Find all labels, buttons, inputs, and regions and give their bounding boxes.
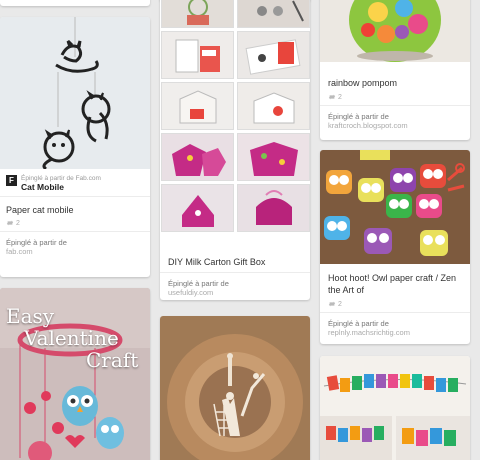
pin-card-toilet-roll[interactable] bbox=[160, 316, 310, 460]
pin-description: Hoot hoot! Owl paper craft / Zen the Art… bbox=[328, 273, 457, 295]
pin-card-valentine[interactable]: Easy Valentine Craft bbox=[0, 288, 150, 460]
pinned-from-label: Épinglé à partir de bbox=[168, 279, 229, 288]
board-title[interactable]: Cat Mobile bbox=[21, 182, 101, 192]
pin-image-cat-mobile[interactable] bbox=[0, 17, 150, 169]
pinned-from-label: Épinglé à partir de bbox=[328, 319, 389, 328]
pin-image-felt-letters[interactable] bbox=[320, 356, 470, 460]
attribution-prefix: Épinglé à partir de bbox=[21, 175, 74, 182]
repin-icon bbox=[6, 220, 14, 226]
pinned-from-label: Épinglé à partir de bbox=[6, 238, 67, 247]
pin-description: Paper cat mobile bbox=[6, 205, 74, 215]
pin-card-felt-letters[interactable] bbox=[320, 356, 470, 460]
repin-count: 2 bbox=[328, 300, 462, 308]
pin-card-pompom[interactable]: rainbow pompom 2 Épinglé à partir de kra… bbox=[320, 0, 470, 140]
overlay-text-line3: Craft bbox=[86, 348, 139, 372]
overlay-text-line1: Easy bbox=[6, 304, 55, 328]
repin-count: 2 bbox=[328, 93, 462, 101]
pinned-from-source[interactable]: kraftcroch.blogspot.com bbox=[328, 121, 462, 130]
collage-cell bbox=[237, 184, 310, 232]
pin-image-toilet-roll-art[interactable] bbox=[160, 316, 310, 460]
collage-cell bbox=[161, 31, 234, 79]
pinned-from-source[interactable]: fab.com bbox=[6, 247, 144, 256]
collage-cell bbox=[161, 82, 234, 130]
pinned-from-source[interactable]: usefuldiy.com bbox=[168, 288, 302, 297]
pin-description: DIY Milk Carton Gift Box bbox=[168, 257, 266, 267]
overlay-text-line2: Valentine bbox=[24, 326, 119, 350]
toilet-roll-silhouette-illustration bbox=[160, 316, 310, 460]
pinned-from-source[interactable]: replnly.machsrichtig.com bbox=[328, 328, 462, 337]
attribution-source[interactable]: Fab.com bbox=[76, 175, 101, 182]
fab-logo-icon: F bbox=[6, 175, 17, 186]
collage-cell bbox=[161, 184, 234, 232]
rainbow-pompom-illustration bbox=[320, 0, 470, 62]
pin-image-owls[interactable] bbox=[320, 150, 470, 264]
collage-cell bbox=[161, 0, 234, 28]
pin-card-milk-carton[interactable]: DIY Milk Carton Gift Box Épinglé à parti… bbox=[160, 0, 310, 300]
pin-image-pompom[interactable] bbox=[320, 0, 470, 62]
collage-cell bbox=[161, 133, 234, 181]
repin-icon bbox=[328, 94, 336, 100]
repin-number: 2 bbox=[16, 219, 20, 227]
repin-number: 2 bbox=[338, 300, 342, 308]
pin-card-top-stub[interactable] bbox=[0, 0, 150, 6]
collage-cell bbox=[237, 133, 310, 181]
pin-card-owls[interactable]: Hoot hoot! Owl paper craft / Zen the Art… bbox=[320, 150, 470, 344]
cat-mobile-illustration bbox=[0, 17, 150, 169]
owl-paper-craft-illustration bbox=[320, 150, 470, 264]
repin-count: 2 bbox=[6, 219, 144, 227]
pin-card-cat-mobile[interactable]: F Épinglé à partir de Fab.com Cat Mobile… bbox=[0, 17, 150, 277]
felt-letter-garland-illustration bbox=[320, 356, 470, 460]
pin-image-valentine[interactable]: Easy Valentine Craft bbox=[0, 288, 150, 460]
pin-image-milk-carton-collage[interactable] bbox=[161, 0, 310, 232]
collage-cell bbox=[237, 82, 310, 130]
pinned-from-label: Épinglé à partir de bbox=[328, 112, 389, 121]
pin-description: rainbow pompom bbox=[328, 78, 398, 88]
repin-number: 2 bbox=[338, 93, 342, 101]
collage-cell bbox=[237, 31, 310, 79]
repin-icon bbox=[328, 301, 336, 307]
collage-cell bbox=[237, 0, 310, 28]
